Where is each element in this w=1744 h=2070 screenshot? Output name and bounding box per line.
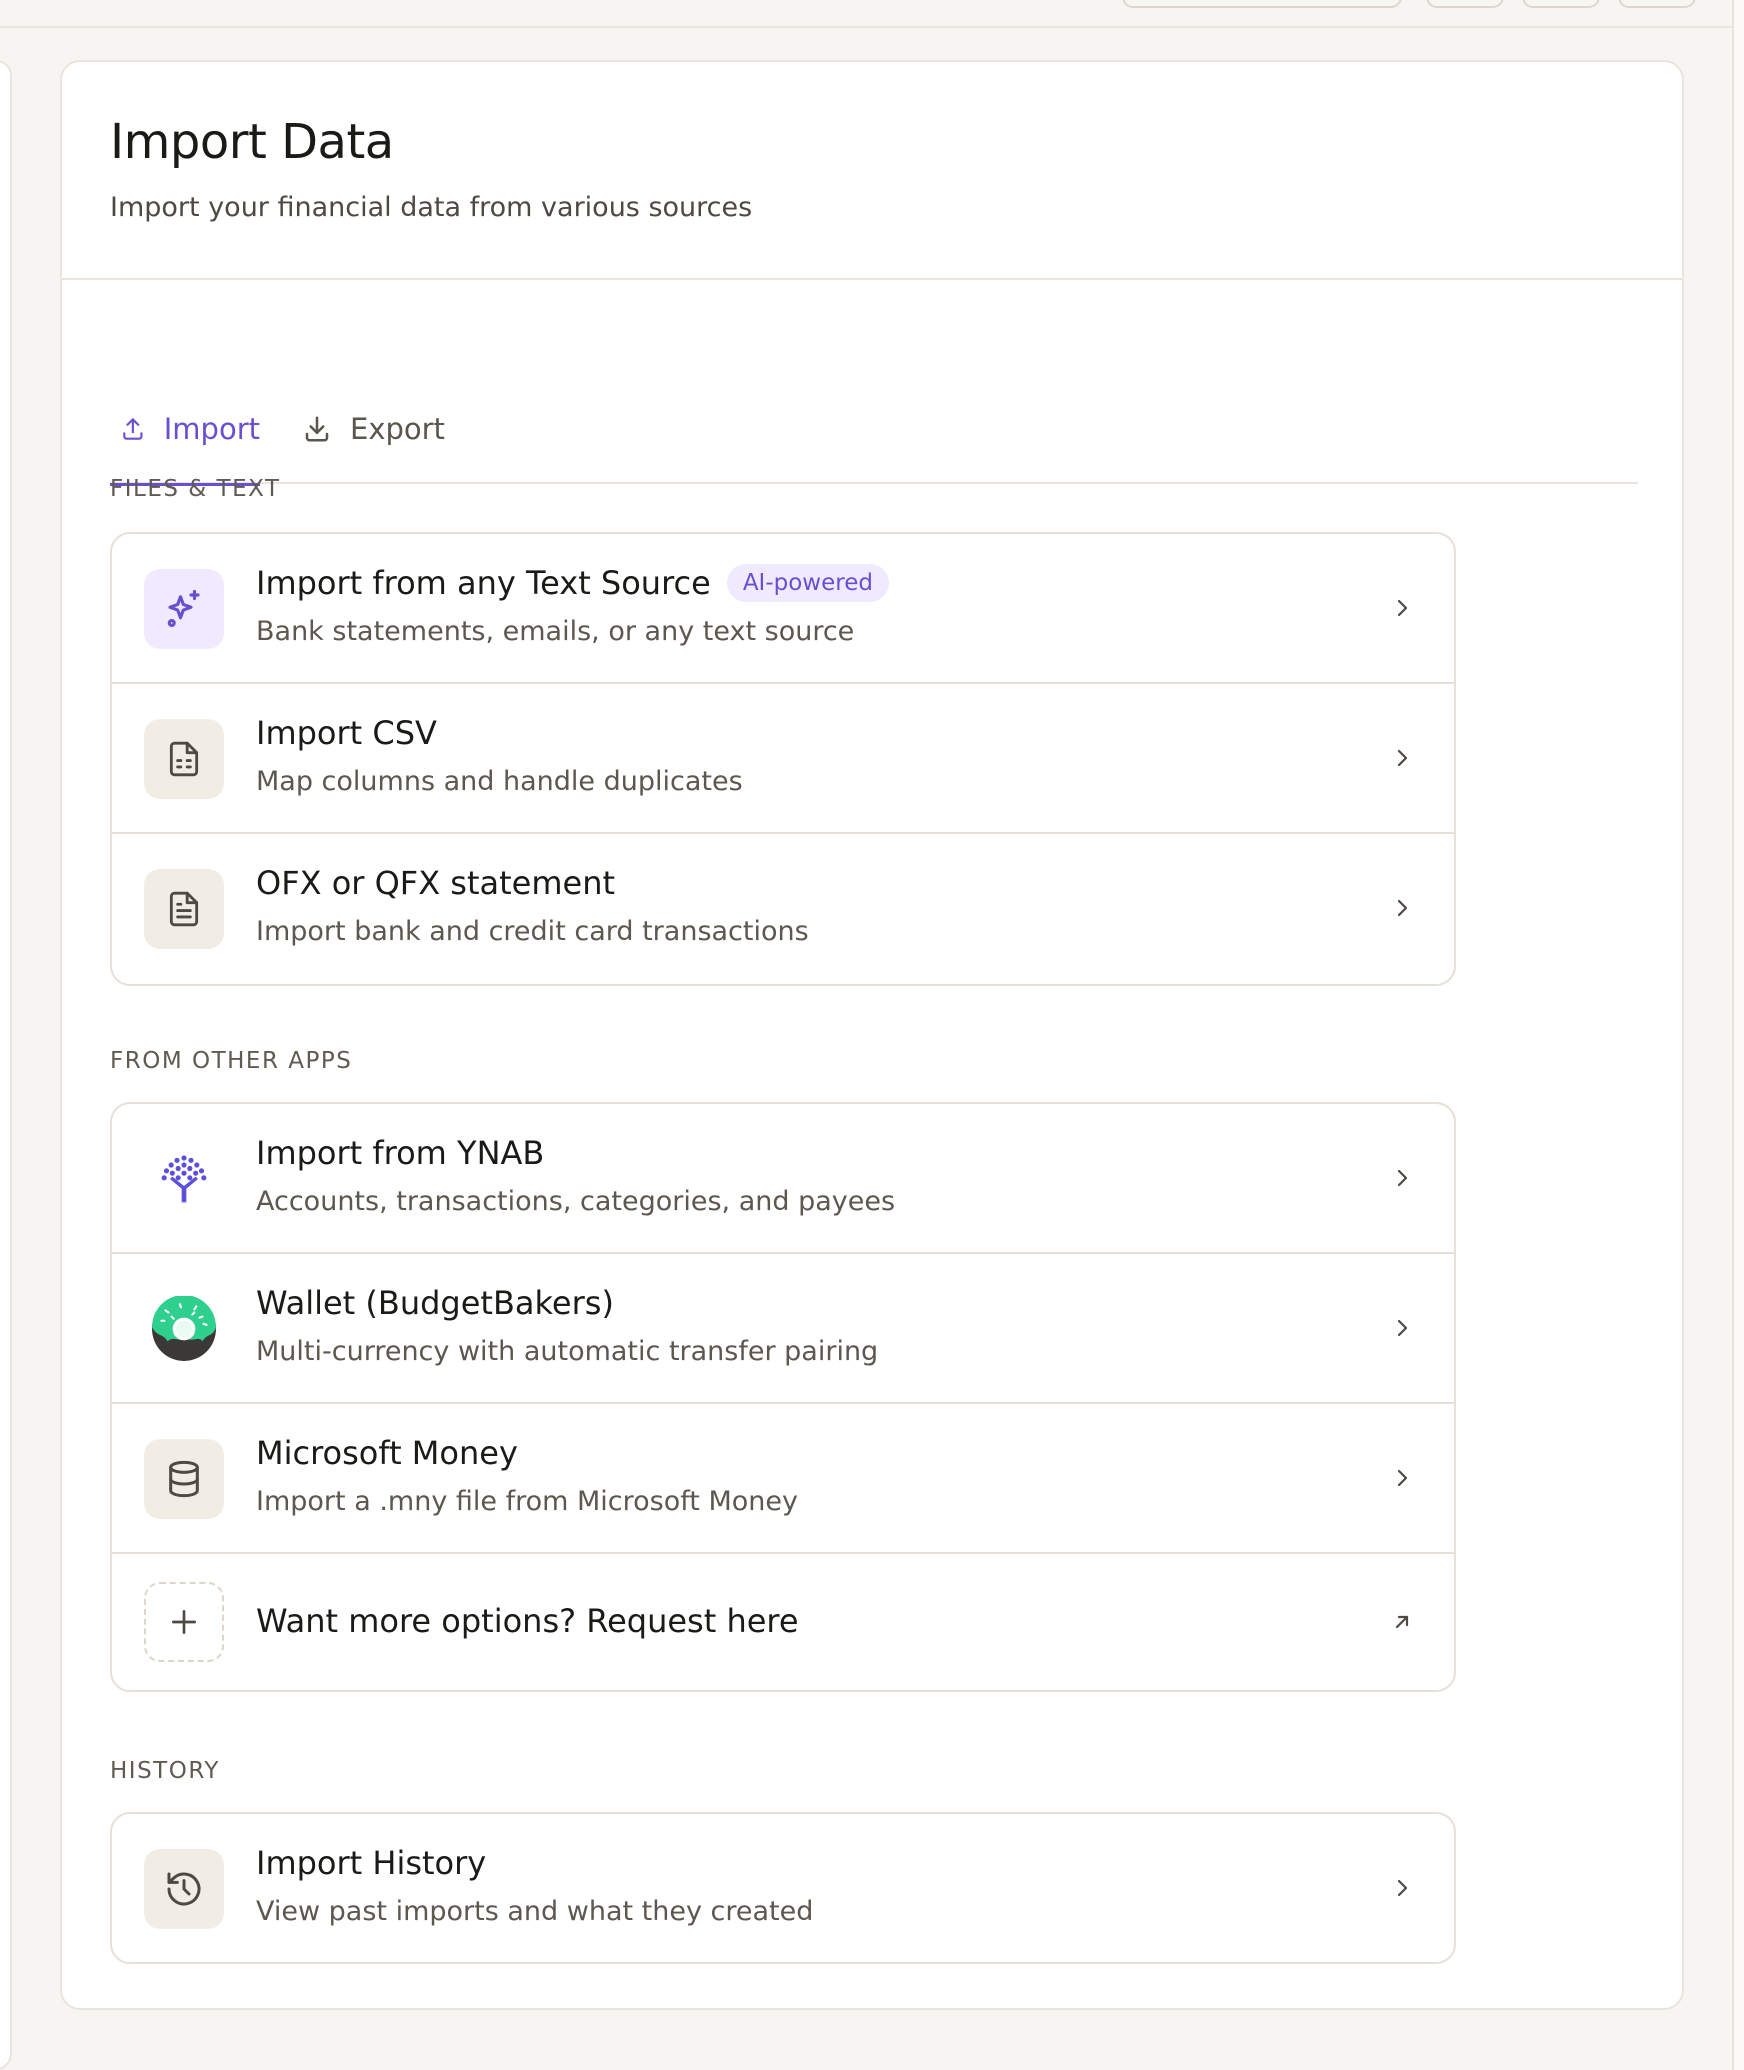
section-label-history: HISTORY: [110, 1758, 220, 1784]
list-item-request-options[interactable]: Want more options? Request here: [112, 1554, 1454, 1690]
page-title: Import Data: [110, 114, 394, 170]
row-title: Microsoft Money: [256, 1434, 518, 1472]
row-description: Map columns and handle duplicates: [256, 766, 743, 797]
list-item-import-csv[interactable]: Import CSV Map columns and handle duplic…: [112, 684, 1454, 834]
section-label-files-text: FILES & TEXT: [110, 476, 281, 502]
scrollbar-track[interactable]: [1732, 0, 1744, 2070]
chevron-right-icon: [1397, 1169, 1408, 1187]
row-description: View past imports and what they created: [256, 1896, 814, 1927]
ai-powered-badge: AI-powered: [726, 564, 889, 602]
chevron-right-icon: [1397, 599, 1408, 617]
row-description: Multi-currency with automatic transfer p…: [256, 1336, 879, 1367]
other-apps-list: Import from YNAB Accounts, transactions,…: [110, 1102, 1456, 1692]
top-bar: [0, 0, 1732, 28]
tab-bar: Import Export: [110, 384, 1638, 486]
row-title: Import from YNAB: [256, 1134, 545, 1172]
budgetbakers-donut-logo-icon: [144, 1289, 224, 1369]
tab-import-label: Import: [163, 412, 260, 446]
download-icon: [305, 416, 329, 442]
top-bar-button-2[interactable]: [1522, 0, 1600, 8]
row-title-text: Import from any Text Source: [256, 564, 711, 602]
row-description: Accounts, transactions, categories, and …: [256, 1186, 896, 1217]
row-description: Import a .mny file from Microsoft Money: [256, 1486, 798, 1517]
database-icon: [144, 1439, 224, 1519]
external-arrow-icon: [1395, 1615, 1409, 1629]
list-item-microsoft-money[interactable]: Microsoft Money Import a .mny file from …: [112, 1404, 1454, 1554]
ynab-tree-logo-icon: [144, 1139, 224, 1219]
plus-icon: [144, 1582, 224, 1662]
row-title: Import from any Text Source AI-powered: [256, 564, 889, 602]
row-title: Want more options? Request here: [256, 1602, 799, 1640]
chevron-right-icon: [1397, 899, 1408, 917]
chevron-right-icon: [1397, 1319, 1408, 1337]
list-item-ynab[interactable]: Import from YNAB Accounts, transactions,…: [112, 1104, 1454, 1254]
row-title: Import CSV: [256, 714, 437, 752]
row-title: Import History: [256, 1844, 487, 1882]
chevron-right-icon: [1397, 1879, 1408, 1897]
list-item-text-source[interactable]: Import from any Text Source AI-powered B…: [112, 534, 1454, 684]
list-item-ofx-qfx[interactable]: OFX or QFX statement Import bank and cre…: [112, 834, 1454, 984]
chevron-right-icon: [1397, 1469, 1408, 1487]
row-description: Bank statements, emails, or any text sou…: [256, 616, 855, 647]
section-label-other-apps: FROM OTHER APPS: [110, 1048, 353, 1074]
tab-export[interactable]: Export: [302, 412, 445, 484]
row-title: Wallet (BudgetBakers): [256, 1284, 614, 1322]
top-bar-search-pill[interactable]: [1122, 0, 1402, 8]
history-clock-icon: [144, 1849, 224, 1929]
page-subtitle: Import your financial data from various …: [110, 192, 753, 223]
top-bar-button-1[interactable]: [1426, 0, 1504, 8]
chevron-right-icon: [1397, 749, 1408, 767]
document-file-icon: [144, 869, 224, 949]
row-description: Import bank and credit card transactions: [256, 916, 809, 947]
upload-icon: [123, 418, 143, 440]
list-item-wallet-budgetbakers[interactable]: Wallet (BudgetBakers) Multi-currency wit…: [112, 1254, 1454, 1404]
tab-import[interactable]: Import: [110, 412, 260, 486]
files-text-list: Import from any Text Source AI-powered B…: [110, 532, 1456, 986]
list-item-import-history[interactable]: Import History View past imports and wha…: [112, 1814, 1454, 1962]
import-data-card: Import Data Import your financial data f…: [60, 60, 1684, 2010]
spreadsheet-file-icon: [144, 719, 224, 799]
sparkles-icon: [144, 569, 224, 649]
tab-export-label: Export: [350, 412, 445, 446]
history-list: Import History View past imports and wha…: [110, 1812, 1456, 1964]
top-bar-button-3[interactable]: [1618, 0, 1696, 8]
sidebar-edge: [0, 60, 12, 2070]
card-header: Import Data Import your financial data f…: [62, 62, 1682, 280]
row-title: OFX or QFX statement: [256, 864, 616, 902]
